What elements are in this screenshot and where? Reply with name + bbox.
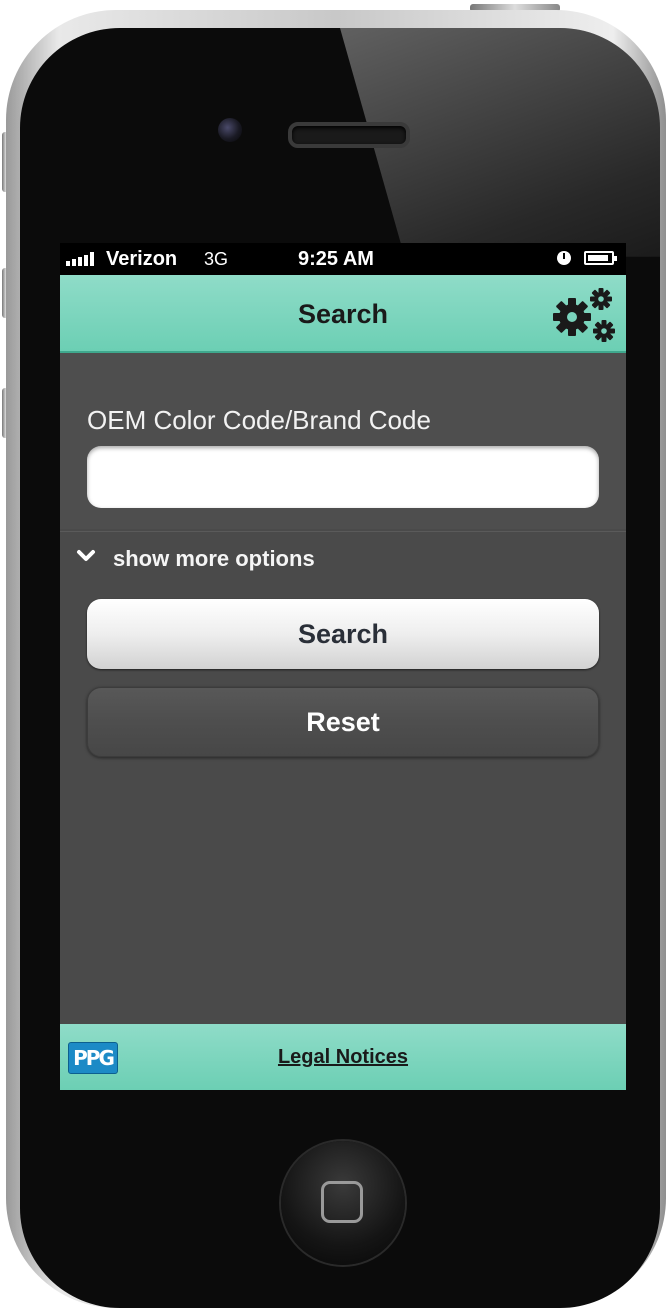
carrier-name: Verizon — [106, 248, 178, 270]
battery-icon — [584, 251, 617, 265]
alarm-clock-icon — [557, 251, 571, 265]
home-button[interactable] — [281, 1141, 405, 1265]
signal-strength-icon — [66, 252, 94, 266]
search-button[interactable]: Search — [87, 599, 599, 669]
show-more-options-toggle[interactable]: show more options — [60, 531, 626, 584]
show-more-options-label: show more options — [113, 546, 315, 571]
reset-button[interactable]: Reset — [87, 687, 599, 757]
status-bar: Verizon 3G 9:25 AM — [60, 243, 626, 275]
gears-icon[interactable] — [550, 285, 616, 345]
chevron-down-icon — [77, 550, 95, 561]
navigation-header: Search — [60, 275, 626, 353]
front-camera — [218, 118, 242, 142]
color-code-input[interactable] — [87, 446, 599, 508]
network-type: 3G — [204, 249, 229, 269]
footer-bar: PPG Legal Notices — [60, 1024, 626, 1090]
page-title: Search — [297, 299, 389, 329]
status-time: 9:25 AM — [298, 248, 374, 270]
color-code-label: OEM Color Code/Brand Code — [87, 405, 431, 435]
earpiece-speaker — [288, 122, 410, 148]
legal-notices-link[interactable]: Legal Notices — [60, 1046, 626, 1069]
home-square-icon — [321, 1181, 363, 1223]
phone-frame: Verizon 3G 9:25 AM Search OEM Color Code… — [0, 0, 670, 1314]
app-screen: Verizon 3G 9:25 AM Search OEM Color Code… — [60, 243, 626, 1090]
